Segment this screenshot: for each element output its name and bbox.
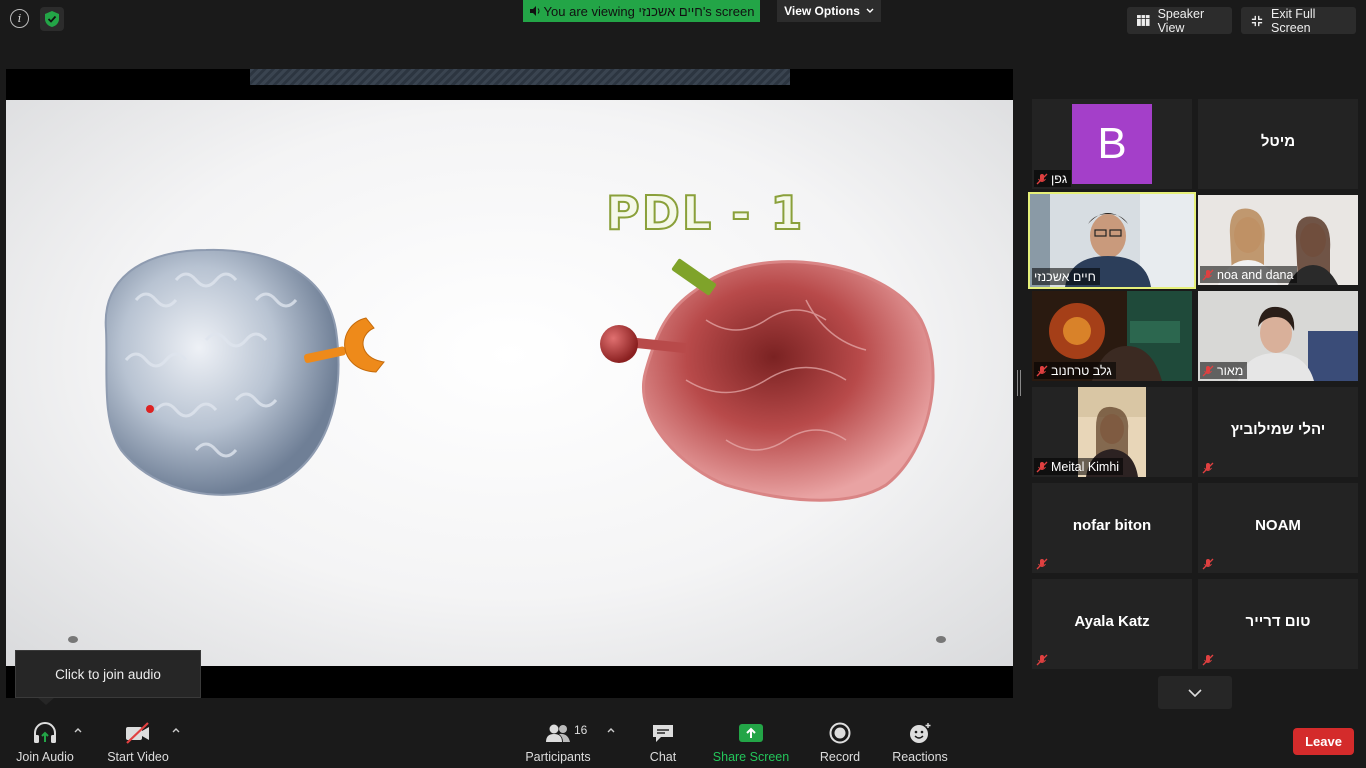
slide-title: PDL - 1	[605, 185, 805, 241]
participant-name: גפן	[1051, 171, 1068, 186]
chevron-down-icon	[1188, 688, 1202, 697]
participants-count: 16	[574, 723, 588, 737]
start-video-button[interactable]: Start Video	[106, 720, 170, 766]
start-video-label: Start Video	[107, 750, 169, 764]
participant-name: Meital Kimhi	[1051, 459, 1120, 474]
participant-tile[interactable]: Meital Kimhi	[1032, 387, 1192, 477]
chat-icon	[653, 725, 673, 742]
exit-fullscreen-icon	[1251, 15, 1263, 26]
participant-name: noa and dana	[1217, 267, 1294, 282]
slide-dot-left	[68, 636, 78, 643]
join-audio-label: Join Audio	[16, 750, 74, 764]
participant-label: noa and dana	[1200, 266, 1298, 283]
grid-view-icon	[1137, 15, 1150, 26]
participant-label: גלב טרחנוב	[1034, 362, 1116, 379]
participant-name: חיים אשכנזי	[1034, 269, 1096, 284]
participants-options-caret[interactable]	[607, 724, 615, 736]
view-options-label: View Options	[784, 4, 860, 18]
record-label: Record	[819, 750, 861, 764]
exit-full-screen-label: Exit Full Screen	[1271, 6, 1316, 35]
chevron-up-icon	[172, 728, 180, 733]
mic-muted-icon	[1036, 461, 1048, 472]
shared-screen[interactable]: PDL - 1	[6, 69, 1013, 698]
video-off-icon	[126, 722, 149, 744]
security-shield-icon[interactable]	[40, 7, 64, 31]
record-button[interactable]: Record	[816, 720, 864, 766]
participant-label: Meital Kimhi	[1034, 458, 1124, 475]
avatar: B	[1072, 104, 1152, 184]
view-options-button[interactable]: View Options	[777, 0, 881, 22]
presenter-toolbar-strip	[250, 69, 790, 85]
mic-muted-icon	[1202, 654, 1214, 666]
mic-muted-icon	[1202, 462, 1214, 474]
splitter-handle[interactable]	[1017, 370, 1021, 396]
share-screen-icon	[739, 724, 763, 742]
chat-label: Chat	[649, 750, 677, 764]
share-screen-button[interactable]: Share Screen	[712, 720, 790, 766]
chevron-down-icon	[866, 8, 874, 13]
gallery-next-page-button[interactable]	[1158, 676, 1232, 709]
speaker-icon	[529, 6, 540, 16]
participant-name: Ayala Katz	[1074, 613, 1150, 630]
headphones-icon	[34, 722, 56, 743]
participant-name: גלב טרחנוב	[1051, 363, 1112, 378]
mic-muted-icon	[1202, 365, 1214, 376]
participant-tile[interactable]: יהלי שמילוביץ	[1198, 387, 1358, 477]
participant-label: גפן	[1034, 170, 1072, 187]
banner-text: You are viewing חיים אשכנזי's screen	[543, 3, 755, 19]
join-audio-tooltip: Click to join audio	[15, 650, 201, 698]
participant-name: nofar biton	[1072, 517, 1152, 534]
leave-button[interactable]: Leave	[1293, 728, 1354, 755]
chat-button[interactable]: Chat	[640, 720, 686, 766]
reactions-button[interactable]: Reactions	[890, 720, 950, 766]
meeting-info-icon[interactable]: i	[10, 9, 29, 28]
participant-tile[interactable]: Ayala Katz	[1032, 579, 1192, 669]
participant-tile-active-speaker[interactable]: חיים אשכנזי	[1028, 192, 1196, 289]
participants-label: Participants	[525, 750, 591, 764]
slide-illustration	[104, 248, 935, 502]
tooltip-arrow	[38, 698, 54, 705]
participant-name: NOAM	[1255, 517, 1301, 534]
speaker-view-button[interactable]: Speaker View	[1127, 6, 1232, 35]
viewing-screen-banner: You are viewing חיים אשכנזי's screen	[523, 0, 760, 22]
participant-name: יהלי שמילוביץ	[1230, 421, 1326, 438]
participant-tile[interactable]: noa and dana	[1198, 195, 1358, 285]
participant-name: מיטל	[1260, 133, 1296, 150]
mic-muted-icon	[1036, 654, 1048, 666]
t-cell	[104, 248, 340, 496]
share-screen-label: Share Screen	[712, 750, 790, 764]
participant-name: מאור	[1217, 363, 1244, 378]
participant-label: מאור	[1200, 362, 1248, 379]
participant-tile[interactable]: גלב טרחנוב	[1032, 291, 1192, 381]
participant-tile[interactable]: nofar biton	[1032, 483, 1192, 573]
participant-tile[interactable]: NOAM	[1198, 483, 1358, 573]
mic-muted-icon	[1202, 558, 1214, 570]
mic-muted-icon	[1036, 173, 1048, 184]
join-audio-button[interactable]: Join Audio	[14, 720, 76, 766]
participant-label: חיים אשכנזי	[1032, 268, 1100, 285]
cancer-cell	[642, 260, 935, 502]
chevron-up-icon	[607, 728, 615, 733]
audio-options-caret[interactable]	[74, 724, 82, 736]
participant-tile[interactable]: טום דרייר	[1198, 579, 1358, 669]
slide-dot-right	[936, 636, 946, 643]
chevron-up-icon	[74, 728, 82, 733]
participant-name: טום דרייר	[1245, 613, 1311, 630]
participant-tile[interactable]: מאור	[1198, 291, 1358, 381]
participant-tile[interactable]: מיטל	[1198, 99, 1358, 189]
presentation-slide: PDL - 1	[6, 100, 1013, 666]
participants-icon	[546, 724, 570, 742]
mic-muted-icon	[1036, 365, 1048, 376]
participant-tile[interactable]: B גפן	[1032, 99, 1192, 189]
record-icon	[829, 722, 851, 744]
reactions-label: Reactions	[892, 750, 948, 764]
speaker-view-label: Speaker View	[1157, 6, 1205, 35]
mic-muted-icon	[1202, 269, 1214, 280]
exit-full-screen-button[interactable]: Exit Full Screen	[1241, 6, 1356, 35]
reactions-smiley-icon	[910, 723, 931, 743]
mic-muted-icon	[1036, 558, 1048, 570]
video-options-caret[interactable]	[172, 724, 180, 736]
zoom-meeting-window: i You are viewing חיים אשכנזי's screen V…	[0, 0, 1366, 768]
